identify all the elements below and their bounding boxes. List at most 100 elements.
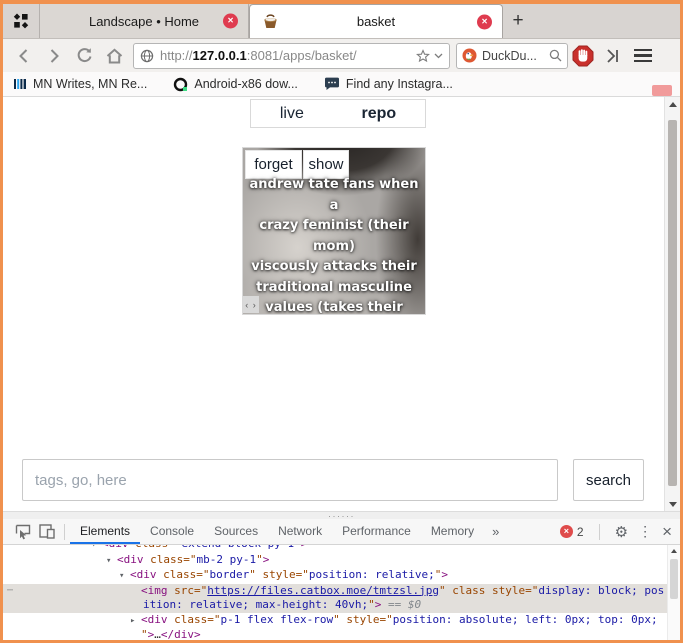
home-icon xyxy=(105,47,124,65)
error-counter[interactable]: × 2 xyxy=(560,525,584,539)
hamburger-icon xyxy=(634,49,652,63)
tab-bar: Landscape • Home × basket × + xyxy=(3,4,680,38)
reload-button[interactable] xyxy=(69,43,99,69)
view-mode-tabs: live repo xyxy=(250,99,426,128)
devtools-toolbar: Elements Console Sources Network Perform… xyxy=(3,519,680,545)
devtools-tab-console[interactable]: Console xyxy=(140,519,204,544)
app-menu-button[interactable] xyxy=(3,4,40,38)
bookmark-android-x86[interactable]: Android-x86 dow... xyxy=(173,77,298,92)
url-dropdown-icon[interactable] xyxy=(434,53,443,59)
devtools-splitter[interactable]: ······ xyxy=(3,511,680,519)
code-line[interactable]: ▾<div class="mb-2 py-1"> xyxy=(3,553,667,569)
partial-pink-badge xyxy=(652,85,672,96)
url-domain: 127.0.0.1 xyxy=(193,48,247,63)
scrollbar-thumb[interactable] xyxy=(668,120,677,486)
stop-hand-icon xyxy=(572,45,594,67)
bookmark-label: Android-x86 dow... xyxy=(194,77,298,91)
magnifier-icon[interactable] xyxy=(549,49,562,62)
scroll-up-icon[interactable] xyxy=(668,546,680,556)
code-line[interactable]: ▾<div class="extend block py-1"> xyxy=(3,545,667,553)
devtools-close-icon[interactable]: × xyxy=(662,522,672,542)
home-button[interactable] xyxy=(99,43,129,69)
tab-title: Landscape • Home xyxy=(89,14,199,29)
navigation-toolbar: http://127.0.0.1:8081/apps/basket/ xyxy=(3,38,680,72)
scroll-down-icon[interactable] xyxy=(665,498,680,510)
expand-sidebar-icon xyxy=(604,48,622,64)
image-nav-arrows[interactable]: ‹ › xyxy=(243,296,259,313)
devtools-tab-memory[interactable]: Memory xyxy=(421,519,484,544)
inspect-cursor-icon xyxy=(15,524,31,540)
expand-arrow-icon[interactable]: ▾ xyxy=(106,554,117,569)
new-tab-button[interactable]: + xyxy=(503,4,533,38)
scroll-up-icon[interactable] xyxy=(665,98,680,110)
code-line[interactable]: ▾<div class="border" style="position: re… xyxy=(3,568,667,584)
elements-panel: ▾<div class="extend block py-1">▾<div cl… xyxy=(3,545,680,640)
inspect-element-button[interactable] xyxy=(11,520,35,544)
tab-close-icon[interactable]: × xyxy=(223,14,238,29)
reload-icon xyxy=(75,46,94,65)
tab-basket[interactable]: basket × xyxy=(249,4,503,38)
adblock-button[interactable] xyxy=(568,43,598,69)
bookmark-star-icon[interactable] xyxy=(416,49,430,63)
back-icon xyxy=(15,47,33,65)
search-button[interactable]: search xyxy=(573,459,644,501)
bookmark-mn-writes[interactable]: MN Writes, MN Re... xyxy=(13,77,147,91)
page-scrollbar[interactable] xyxy=(664,97,680,511)
circle-favicon-icon xyxy=(173,77,188,92)
collapse-arrow-icon[interactable]: ▸ xyxy=(130,614,141,629)
device-toolbar-button[interactable] xyxy=(35,520,59,544)
forward-button[interactable] xyxy=(39,43,69,69)
code-line[interactable]: ⋯<img src="https://files.catbox.moe/tmtz… xyxy=(3,584,667,599)
expand-arrow-icon[interactable]: ▾ xyxy=(91,545,102,553)
url-bar[interactable]: http://127.0.0.1:8081/apps/basket/ xyxy=(133,43,450,69)
meme-image: forget show andrew tate fans when a craz… xyxy=(243,148,425,314)
page-content: live repo forget show andrew tate fans w… xyxy=(3,97,680,511)
bookmark-find-instagram[interactable]: Find any Instagra... xyxy=(324,77,453,91)
search-engine-label: DuckDu... xyxy=(482,49,549,63)
devtools-scrollbar[interactable] xyxy=(667,545,680,640)
error-icon: × xyxy=(560,525,573,538)
tags-search-input[interactable] xyxy=(22,459,558,501)
live-link[interactable]: live xyxy=(280,105,304,123)
duckduckgo-icon xyxy=(462,48,477,63)
bars-favicon-icon xyxy=(13,77,27,91)
back-button[interactable] xyxy=(9,43,39,69)
expand-arrow-icon[interactable]: ▾ xyxy=(119,569,130,584)
device-toolbar-icon xyxy=(39,524,55,539)
code-line[interactable]: ▸<div class="p-1 flex flex-row" style="p… xyxy=(3,613,667,629)
tab-title: basket xyxy=(357,14,395,29)
devtools-tab-sources[interactable]: Sources xyxy=(204,519,268,544)
scrollbar-thumb[interactable] xyxy=(670,559,678,599)
sidebar-toggle-button[interactable] xyxy=(598,43,628,69)
meme-caption: andrew tate fans when a crazy feminist (… xyxy=(245,175,423,314)
toolbar-divider xyxy=(599,524,600,540)
url-text: http://127.0.0.1:8081/apps/basket/ xyxy=(160,48,416,63)
browser-window: Landscape • Home × basket × + xyxy=(0,0,683,643)
search-engine-bar[interactable]: DuckDu... xyxy=(456,43,568,69)
bookmark-label: Find any Instagra... xyxy=(346,77,453,91)
tab-close-icon[interactable]: × xyxy=(477,14,492,29)
elements-tree: ▾<div class="extend block py-1">▾<div cl… xyxy=(3,545,667,640)
app-grid-icon xyxy=(13,13,29,29)
image-card: forget show andrew tate fans when a craz… xyxy=(242,147,426,315)
forward-icon xyxy=(45,47,63,65)
more-tabs-icon[interactable]: » xyxy=(484,524,507,539)
error-count: 2 xyxy=(577,525,584,539)
tab-landscape-home[interactable]: Landscape • Home × xyxy=(40,4,249,38)
bookmarks-bar: MN Writes, MN Re... Android-x86 dow... F… xyxy=(3,72,680,97)
toolbar-divider xyxy=(64,524,65,540)
devtools-tab-network[interactable]: Network xyxy=(268,519,332,544)
kebab-menu-icon[interactable]: ⋮ xyxy=(638,523,652,540)
settings-gear-icon[interactable]: ⚙ xyxy=(615,523,628,541)
site-globe-icon xyxy=(140,49,154,63)
code-line[interactable]: ">…</div> xyxy=(3,628,667,640)
devtools-tab-elements[interactable]: Elements xyxy=(70,519,140,544)
repo-link[interactable]: repo xyxy=(362,105,397,123)
basket-favicon-icon xyxy=(262,14,279,30)
devtools-tab-performance[interactable]: Performance xyxy=(332,519,421,544)
row-ellipsis-icon[interactable]: ⋯ xyxy=(7,584,14,599)
main-menu-button[interactable] xyxy=(628,43,658,69)
speech-bubble-icon xyxy=(324,77,340,91)
code-line[interactable]: ition: relative; max-height: 40vh;"> == … xyxy=(3,598,667,613)
bookmark-label: MN Writes, MN Re... xyxy=(33,77,147,91)
